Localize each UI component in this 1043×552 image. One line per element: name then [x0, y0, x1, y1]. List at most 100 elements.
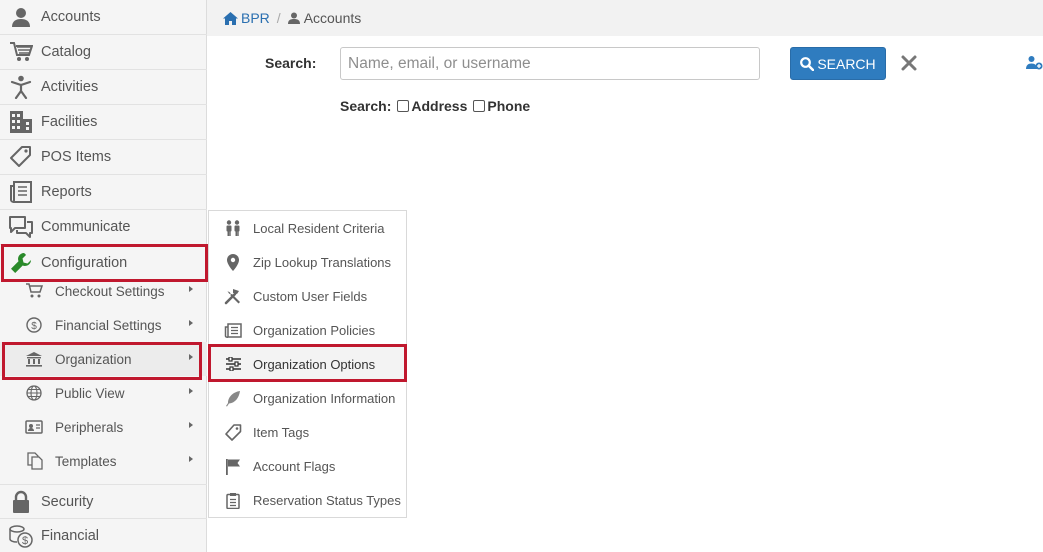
submenu-item-peripherals[interactable]: Peripherals — [0, 410, 207, 444]
feather-icon — [223, 390, 243, 407]
flyout-item-label: Account Flags — [253, 458, 336, 474]
breadcrumb-home-label: BPR — [241, 10, 270, 26]
caret-right-icon — [189, 456, 193, 462]
user-icon — [287, 12, 300, 24]
sidebar-item-label: Financial — [41, 528, 100, 544]
caret-right-icon — [189, 422, 193, 428]
submenu-item-label: Checkout Settings — [55, 283, 165, 299]
bank-icon — [22, 351, 46, 367]
flyout-item-reservation-status-types[interactable]: Reservation Status Types — [209, 483, 406, 517]
flyout-item-label: Reservation Status Types — [253, 492, 401, 508]
sidebar-item-activities[interactable]: Activities — [0, 70, 207, 105]
submenu-item-templates[interactable]: Templates — [0, 444, 207, 478]
sidebar-item-pos-items[interactable]: POS Items — [0, 140, 207, 175]
flag-icon — [223, 458, 243, 475]
add-user-button[interactable] — [1026, 55, 1043, 71]
search-options: Search: Address Phone — [340, 98, 530, 114]
flyout-item-organization-policies[interactable]: Organization Policies — [209, 313, 406, 347]
search-button-label: SEARCH — [817, 55, 876, 72]
coins-icon: $ — [0, 519, 41, 552]
sidebar: Accounts Catalog Activities Facilities P… — [0, 0, 207, 552]
building-icon — [0, 105, 41, 140]
address-checkbox[interactable] — [397, 100, 410, 112]
sidebar-item-label: Catalog — [41, 44, 91, 60]
flyout-item-label: Organization Policies — [253, 322, 376, 338]
tag-icon — [0, 140, 41, 175]
flyout-item-local-resident-criteria[interactable]: Local Resident Criteria — [209, 211, 406, 245]
tag-icon — [223, 423, 243, 441]
sidebar-item-label: Communicate — [41, 219, 131, 235]
lock-icon — [0, 484, 41, 519]
sidebar-item-communicate[interactable]: Communicate — [0, 210, 207, 245]
search-label: Search: — [265, 55, 317, 71]
flyout-item-zip-lookup-translations[interactable]: Zip Lookup Translations — [209, 245, 406, 279]
sidebar-item-label: Facilities — [41, 114, 98, 130]
flyout-item-label: Local Resident Criteria — [253, 220, 385, 236]
submenu-item-organization[interactable]: Organization — [0, 342, 207, 376]
clipboard-icon — [223, 492, 243, 509]
submenu-item-label: Public View — [55, 385, 125, 401]
flyout-item-item-tags[interactable]: Item Tags — [209, 415, 406, 449]
magnifier-icon — [800, 56, 815, 71]
map-pin-icon — [223, 253, 243, 271]
caret-right-icon — [189, 286, 193, 292]
caret-right-icon — [189, 320, 193, 326]
flyout-item-account-flags[interactable]: Account Flags — [209, 449, 406, 483]
sidebar-item-reports[interactable]: Reports — [0, 175, 207, 210]
sidebar-item-label: POS Items — [41, 149, 112, 165]
chat-icon — [0, 210, 41, 245]
id-card-icon — [22, 420, 46, 434]
flyout-item-custom-user-fields[interactable]: Custom User Fields — [209, 279, 406, 313]
submenu-item-checkout-settings[interactable]: Checkout Settings — [0, 274, 207, 308]
flyout-item-label: Custom User Fields — [253, 288, 368, 304]
sidebar-item-accounts[interactable]: Accounts — [0, 0, 207, 35]
submenu-item-financial-settings[interactable]: $ Financial Settings — [0, 308, 207, 342]
clear-search-button[interactable] — [900, 54, 918, 72]
breadcrumb-current-label: Accounts — [303, 10, 362, 26]
policies-icon — [223, 322, 243, 338]
sidebar-item-facilities[interactable]: Facilities — [0, 105, 207, 140]
globe-icon — [22, 385, 46, 401]
sidebar-item-label: Accounts — [41, 9, 101, 25]
reports-icon — [0, 175, 41, 210]
sidebar-item-catalog[interactable]: Catalog — [0, 35, 207, 70]
submenu-item-label: Templates — [55, 453, 117, 469]
home-icon — [223, 11, 238, 25]
sidebar-item-financial[interactable]: $ Financial — [0, 519, 207, 552]
search-button[interactable]: SEARCH — [790, 47, 886, 80]
breadcrumb-separator: / — [276, 10, 281, 26]
flyout-item-label: Organization Information — [253, 390, 396, 406]
person-icon — [0, 70, 41, 105]
caret-right-icon — [189, 354, 193, 360]
flyout-item-organization-options[interactable]: Organization Options — [209, 347, 406, 381]
breadcrumb: BPR / Accounts — [207, 0, 1043, 36]
sidebar-item-security[interactable]: Security — [0, 484, 207, 519]
sidebar-item-label: Reports — [41, 184, 92, 200]
address-checkbox-label: Address — [411, 98, 468, 114]
add-user-icon — [1026, 56, 1043, 70]
cart-icon — [0, 35, 41, 70]
flyout-item-label: Item Tags — [253, 424, 310, 440]
breadcrumb-current: Accounts — [287, 10, 362, 26]
cart-icon — [22, 283, 46, 299]
breadcrumb-home-link[interactable]: BPR — [223, 10, 270, 26]
dollar-circle-icon: $ — [22, 317, 46, 333]
search-input[interactable] — [340, 47, 760, 80]
submenu-item-label: Peripherals — [55, 419, 124, 435]
user-icon — [0, 0, 41, 35]
organization-flyout-menu: Local Resident Criteria Zip Lookup Trans… — [208, 210, 407, 518]
flyout-item-organization-information[interactable]: Organization Information — [209, 381, 406, 415]
submenu-item-public-view[interactable]: Public View — [0, 376, 207, 410]
sliders-icon — [223, 357, 243, 371]
close-icon — [901, 55, 917, 71]
search-options-label: Search: — [340, 98, 392, 114]
phone-checkbox-label: Phone — [487, 98, 531, 114]
phone-checkbox[interactable] — [473, 100, 486, 112]
tools-icon — [223, 288, 243, 305]
caret-right-icon — [189, 388, 193, 394]
submenu-item-label: Organization — [55, 351, 132, 367]
svg-text:$: $ — [31, 321, 37, 332]
sidebar-item-label: Activities — [41, 79, 99, 95]
copy-icon — [22, 452, 46, 470]
flyout-item-label: Zip Lookup Translations — [253, 254, 392, 270]
